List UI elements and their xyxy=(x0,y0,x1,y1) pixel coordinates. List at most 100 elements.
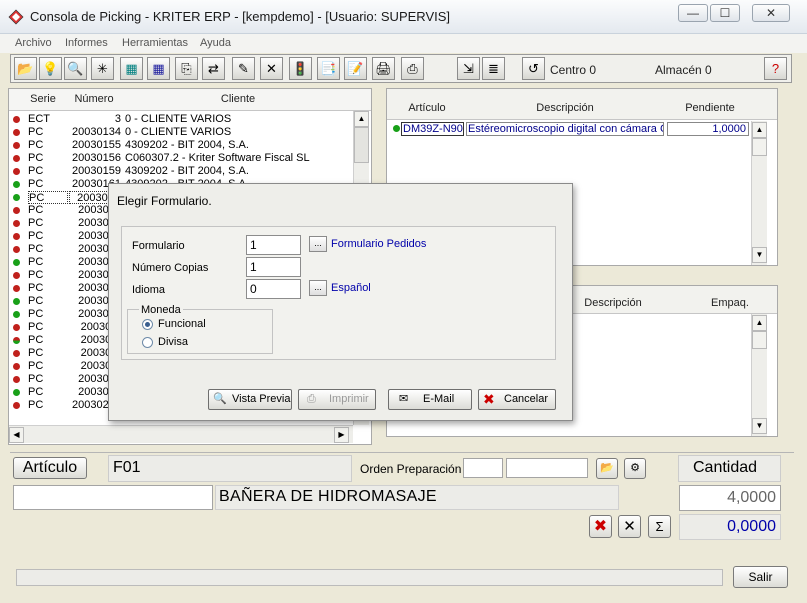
cell-serie: PC xyxy=(28,243,44,255)
col-numero[interactable]: Número xyxy=(65,93,123,105)
status-dot-icon xyxy=(13,246,20,253)
document-list-icon[interactable]: 📑 xyxy=(317,57,340,80)
open-folder-icon[interactable]: 📂 xyxy=(14,57,37,80)
sparkle-icon[interactable]: ✳ xyxy=(91,57,114,80)
traffic-light-icon[interactable]: 🚦 xyxy=(289,57,312,80)
formulario-input[interactable]: 1 xyxy=(246,235,301,255)
imprimir-label: Imprimir xyxy=(329,393,369,405)
formulario-browse-button[interactable]: ... xyxy=(309,236,327,252)
article-row[interactable]: DM39Z-N90 Estéreomicroscopio digital con… xyxy=(387,122,759,137)
cell-serie: PC xyxy=(28,295,44,307)
close-button[interactable]: ✕ xyxy=(752,4,790,22)
refresh-icon[interactable]: ↺ xyxy=(522,57,545,80)
col-pendiente[interactable]: Pendiente xyxy=(667,102,753,114)
description-field: BAÑERA DE HIDROMASAJE xyxy=(215,485,619,510)
sum-icon[interactable]: Σ xyxy=(648,515,671,538)
scroll-up-icon[interactable]: ▲ xyxy=(752,315,767,331)
status-dot-icon xyxy=(13,350,20,357)
menu-archivo[interactable]: Archivo xyxy=(15,37,52,49)
help-icon[interactable]: ? xyxy=(764,57,787,80)
preview-icon[interactable]: 🔍 xyxy=(64,57,87,80)
table-row[interactable]: PC 20030159 4309202 - BIT 2004, S.A. xyxy=(9,165,353,178)
col-cliente[interactable]: Cliente xyxy=(125,93,351,105)
document-edit-icon[interactable]: 📝 xyxy=(344,57,367,80)
scroll-left-icon[interactable]: ◀ xyxy=(9,427,24,443)
print-icon[interactable]: 🖨 xyxy=(372,57,395,80)
cancel-red-x-icon[interactable]: ✖ xyxy=(589,515,612,538)
cell-serie: PC xyxy=(28,204,44,216)
cell-numero: 20030156 xyxy=(72,152,121,164)
divisa-radio[interactable] xyxy=(142,337,153,348)
imprimir-button[interactable]: ⎙ Imprimir xyxy=(298,389,376,410)
article-code[interactable]: DM39Z-N90 xyxy=(401,122,464,136)
menu-informes[interactable]: Informes xyxy=(65,37,108,49)
scroll-thumb[interactable] xyxy=(752,331,767,349)
vista-previa-button[interactable]: 🔍 Vista Previa xyxy=(208,389,292,410)
idioma-desc: Español xyxy=(331,282,371,294)
toolbar: 📂 💡 🔍 ✳ ▦ ▦ ⎘ ⇄ ✎ ✕ 🚦 📑 📝 🖨 ⎙ ⇲ ≣ ↺ Cent… xyxy=(10,54,792,83)
transfer-doc-icon[interactable]: ⇄ xyxy=(202,57,225,80)
order-settings-icon[interactable]: ⚙ xyxy=(624,458,646,479)
table-row[interactable]: PC 20030156 C060307.2 - Kriter Software Fi… xyxy=(9,152,353,165)
grid-icon[interactable]: ▦ xyxy=(120,57,143,80)
moneda-group: Moneda Funcional Divisa xyxy=(127,304,273,354)
scroll-right-icon[interactable]: ▶ xyxy=(334,427,349,443)
menu-ayuda[interactable]: Ayuda xyxy=(200,37,231,49)
salir-button[interactable]: Salir xyxy=(733,566,788,588)
articulo-button[interactable]: Artículo xyxy=(13,457,87,479)
menu-bar: Archivo Informes Herramientas Ayuda xyxy=(0,34,807,53)
scroll-thumb[interactable] xyxy=(354,127,369,163)
table-row[interactable]: ECT 3 0 - CLIENTE VARIOS xyxy=(9,113,353,126)
scroll-up-icon[interactable]: ▲ xyxy=(752,122,767,138)
clear-x-icon[interactable]: ✕ xyxy=(618,515,641,538)
lightbulb-icon[interactable]: 💡 xyxy=(39,57,62,80)
col-descripcion-2[interactable]: Descripción xyxy=(563,297,663,309)
maximize-button[interactable]: ☐ xyxy=(710,4,740,22)
divisa-label[interactable]: Divisa xyxy=(158,336,188,348)
minimize-button[interactable]: — xyxy=(678,4,708,22)
scroll-down-icon[interactable]: ▼ xyxy=(752,247,767,263)
funcional-radio[interactable] xyxy=(142,319,153,330)
articles-vscroll[interactable]: ▲ ▼ xyxy=(751,121,767,265)
status-dot-icon xyxy=(13,272,20,279)
copy-doc-icon[interactable]: ⎘ xyxy=(175,57,198,80)
cell-cliente: 4309202 - BIT 2004, S.A. xyxy=(125,165,249,177)
table-row[interactable]: PC 20030155 4309202 - BIT 2004, S.A. xyxy=(9,139,353,152)
idioma-browse-button[interactable]: ... xyxy=(309,280,327,296)
col-serie[interactable]: Serie xyxy=(23,93,63,105)
status-dot-icon xyxy=(13,116,20,123)
cantidad-label: Cantidad xyxy=(693,459,758,476)
title-bar: Consola de Picking - KRITER ERP - [kempd… xyxy=(0,0,807,34)
col-articulo[interactable]: Artículo xyxy=(391,102,463,114)
email-icon: ✉ xyxy=(399,393,409,405)
orden-serie-input[interactable] xyxy=(463,458,503,478)
col-empaq[interactable]: Empaq. xyxy=(705,297,755,309)
packaging-vscroll[interactable]: ▲ ▼ xyxy=(751,314,767,436)
export-icon[interactable]: ⇲ xyxy=(457,57,480,80)
orden-numero-input[interactable] xyxy=(506,458,588,478)
orders-hscroll[interactable]: ◀ ▶ xyxy=(9,425,353,443)
cancelar-button[interactable]: ✖ Cancelar xyxy=(478,389,556,410)
cantidad-header: Cantidad xyxy=(678,455,781,482)
cell-numero: 20030134 xyxy=(72,126,121,138)
eraser-icon[interactable]: ✎ xyxy=(232,57,255,80)
almacen-label: Almacén 0 xyxy=(655,63,712,77)
scroll-thumb[interactable] xyxy=(752,138,767,156)
menu-herramientas[interactable]: Herramientas xyxy=(122,37,188,49)
cell-cliente: 4309202 - BIT 2004, S.A. xyxy=(125,139,249,151)
copias-input[interactable]: 1 xyxy=(246,257,301,277)
print-setup-icon[interactable]: ⎙ xyxy=(401,57,424,80)
stack-icon[interactable]: ≣ xyxy=(482,57,505,80)
delete-x-icon[interactable]: ✕ xyxy=(260,57,283,80)
scroll-down-icon[interactable]: ▼ xyxy=(752,418,767,434)
open-folder-icon[interactable]: 📂 xyxy=(596,458,618,479)
table-row[interactable]: PC 20030134 0 - CLIENTE VARIOS xyxy=(9,126,353,139)
barcode-input[interactable] xyxy=(13,485,213,510)
scroll-up-icon[interactable]: ▲ xyxy=(354,111,369,127)
cantidad-field[interactable]: 4,0000 xyxy=(679,485,781,511)
col-descripcion[interactable]: Descripción xyxy=(465,102,665,114)
email-button[interactable]: ✉ E-Mail xyxy=(388,389,472,410)
table-icon[interactable]: ▦ xyxy=(147,57,170,80)
idioma-input[interactable]: 0 xyxy=(246,279,301,299)
funcional-label[interactable]: Funcional xyxy=(158,318,206,330)
